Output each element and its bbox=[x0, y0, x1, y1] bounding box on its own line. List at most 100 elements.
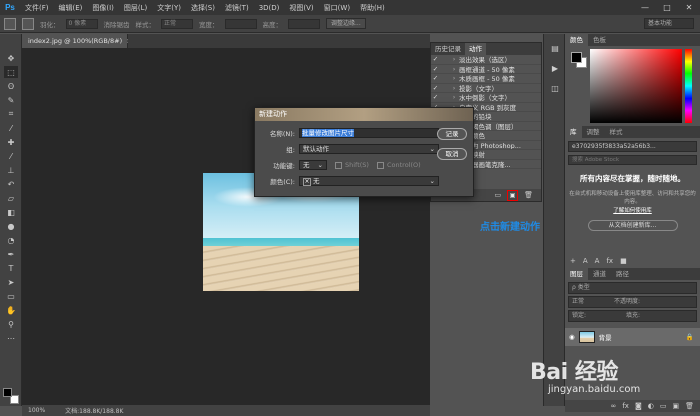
healing-tool-icon[interactable]: ✚ bbox=[4, 136, 18, 148]
expand-arrow-icon[interactable]: › bbox=[449, 84, 459, 92]
group-select[interactable]: 默认动作 ⌄ bbox=[299, 144, 439, 154]
width-input[interactable] bbox=[224, 18, 257, 29]
more-tools-icon[interactable]: ⋯ bbox=[4, 332, 18, 344]
group-icon[interactable]: ▭ bbox=[660, 402, 667, 410]
trash-icon[interactable]: 🗑 bbox=[524, 191, 533, 199]
new-layer-icon[interactable]: ▣ bbox=[672, 402, 679, 410]
properties-panel-icon[interactable]: ◫ bbox=[548, 82, 562, 94]
shift-checkbox[interactable] bbox=[335, 161, 342, 169]
expand-arrow-icon[interactable]: › bbox=[449, 65, 459, 73]
color-swatches[interactable] bbox=[3, 388, 19, 404]
control-checkbox[interactable] bbox=[376, 161, 384, 169]
action-name-input[interactable]: 批量修改图片尺寸 bbox=[299, 128, 439, 138]
expand-arrow-icon[interactable]: › bbox=[449, 93, 459, 101]
paragraph-style-icon[interactable]: A bbox=[595, 257, 600, 265]
tab-libraries[interactable]: 库 bbox=[565, 126, 582, 138]
eye-icon[interactable]: ◉ bbox=[569, 333, 575, 341]
fg-color-swatch[interactable] bbox=[571, 52, 582, 63]
refine-edge-button[interactable]: 调整边缘... bbox=[326, 18, 366, 29]
tab-adjustments[interactable]: 调整 bbox=[582, 126, 605, 138]
check-icon[interactable]: ✓ bbox=[431, 74, 440, 82]
gradient-tool-icon[interactable]: ◧ bbox=[4, 206, 18, 218]
record-button[interactable]: 记录 bbox=[437, 128, 467, 140]
add-icon[interactable]: + bbox=[570, 257, 576, 265]
height-input[interactable] bbox=[288, 18, 320, 29]
zoom-tool-icon[interactable]: ⚲ bbox=[4, 318, 18, 330]
library-select[interactable]: e3702935f3833a52a56b3... bbox=[568, 141, 697, 152]
menu-3d[interactable]: 3D(D) bbox=[254, 4, 285, 12]
shift-checkbox-row[interactable]: Shift(S) bbox=[335, 161, 369, 169]
marquee-tool-icon[interactable]: ⬚ bbox=[4, 66, 18, 78]
tab-paths[interactable]: 路径 bbox=[611, 268, 634, 280]
dodge-tool-icon[interactable]: ◔ bbox=[4, 234, 18, 246]
history-panel-icon[interactable]: ▤ bbox=[548, 42, 562, 54]
dialog-toggle-box[interactable] bbox=[440, 65, 449, 72]
selection-mode-icon[interactable] bbox=[22, 17, 34, 30]
menu-select[interactable]: 选择(S) bbox=[186, 3, 220, 13]
eraser-tool-icon[interactable]: ▱ bbox=[4, 192, 18, 204]
action-row[interactable]: ✓ › 投影（文字） bbox=[431, 84, 541, 93]
hue-slider[interactable] bbox=[685, 49, 692, 123]
actions-panel-icon[interactable]: ▶ bbox=[548, 62, 562, 74]
create-library-button[interactable]: 从文档创建新库... bbox=[587, 220, 678, 231]
new-action-icon[interactable]: ▣ bbox=[507, 189, 519, 201]
maximize-button[interactable]: □ bbox=[656, 0, 678, 15]
marquee-preset-icon[interactable] bbox=[4, 17, 16, 30]
minimize-button[interactable]: — bbox=[634, 0, 656, 15]
brush-tool-icon[interactable]: ⁄ bbox=[4, 150, 18, 162]
control-checkbox-row[interactable]: Control(O) bbox=[376, 161, 421, 169]
stock-search-input[interactable]: 搜索 Adobe Stock bbox=[568, 155, 697, 165]
action-row[interactable]: ✓ › 水中倒影（文字） bbox=[431, 93, 541, 103]
lasso-tool-icon[interactable]: ʘ bbox=[4, 80, 18, 92]
delete-layer-icon[interactable]: 🗑 bbox=[685, 402, 694, 410]
learn-library-link[interactable]: 了解如何使用库 bbox=[568, 206, 697, 214]
tab-swatches[interactable]: 色板 bbox=[588, 34, 611, 46]
eyedropper-tool-icon[interactable]: ⁄ bbox=[4, 122, 18, 134]
fx-icon[interactable]: fx bbox=[622, 402, 629, 410]
layer-filter-select[interactable]: ρ 类型 bbox=[568, 282, 697, 294]
dialog-toggle-box[interactable] bbox=[440, 84, 449, 91]
check-icon[interactable]: ✓ bbox=[431, 84, 440, 92]
quick-select-tool-icon[interactable]: ✎ bbox=[4, 94, 18, 106]
menu-type[interactable]: 文字(Y) bbox=[152, 3, 186, 13]
mask-icon[interactable]: ◙ bbox=[635, 402, 642, 410]
crop-tool-icon[interactable]: ⌗ bbox=[4, 108, 18, 120]
blend-mode-select[interactable]: 正常 bbox=[572, 298, 584, 305]
tab-color[interactable]: 颜色 bbox=[565, 34, 588, 46]
menu-help[interactable]: 帮助(H) bbox=[355, 3, 390, 13]
layer-style-icon[interactable]: fx bbox=[606, 257, 613, 265]
menu-image[interactable]: 图像(I) bbox=[87, 3, 119, 13]
tab-layers[interactable]: 图层 bbox=[565, 268, 588, 280]
folder-icon[interactable]: ▭ bbox=[494, 191, 501, 199]
history-brush-icon[interactable]: ↶ bbox=[4, 178, 18, 190]
cancel-button[interactable]: 取消 bbox=[437, 148, 467, 160]
menu-window[interactable]: 窗口(W) bbox=[319, 3, 355, 13]
foreground-color-swatch[interactable] bbox=[3, 388, 12, 397]
close-button[interactable]: ✕ bbox=[678, 0, 700, 15]
stamp-tool-icon[interactable]: ⊥ bbox=[4, 164, 18, 176]
dialog-toggle-box[interactable] bbox=[440, 94, 449, 101]
workspace-select[interactable]: 基本功能 bbox=[644, 18, 694, 29]
menu-filter[interactable]: 滤镜(T) bbox=[220, 3, 254, 13]
expand-arrow-icon[interactable]: › bbox=[449, 74, 459, 82]
color-select[interactable]: × 无 ⌄ bbox=[299, 176, 439, 186]
move-tool-icon[interactable]: ✥ bbox=[4, 52, 18, 64]
hand-tool-icon[interactable]: ✋ bbox=[4, 304, 18, 316]
action-row[interactable]: ✓ › 淡出效果（选区） bbox=[431, 55, 541, 65]
pen-tool-icon[interactable]: ✒ bbox=[4, 248, 18, 260]
action-row[interactable]: ✓ › 木质画框 - 50 像素 bbox=[431, 74, 541, 84]
layer-row-background[interactable]: ◉ 背景 🔒 bbox=[565, 328, 700, 346]
function-key-select[interactable]: 无 ⌄ bbox=[299, 160, 327, 170]
character-style-icon[interactable]: A bbox=[583, 257, 588, 265]
menu-file[interactable]: 文件(F) bbox=[20, 3, 54, 13]
action-row[interactable]: ✓ › 画框通道 - 50 像素 bbox=[431, 65, 541, 74]
color-picker-field[interactable] bbox=[590, 49, 682, 123]
tab-styles[interactable]: 样式 bbox=[605, 126, 628, 138]
menu-view[interactable]: 视图(V) bbox=[284, 3, 318, 13]
feather-input[interactable]: 0 像素 bbox=[65, 18, 98, 29]
check-icon[interactable]: ✓ bbox=[431, 55, 440, 63]
canvas-area[interactable] bbox=[22, 48, 430, 405]
document-tab[interactable]: index2.jpg @ 100%(RGB/8#)× bbox=[22, 34, 132, 48]
zoom-level[interactable]: 100% bbox=[28, 407, 45, 414]
check-icon[interactable]: ✓ bbox=[431, 93, 440, 101]
